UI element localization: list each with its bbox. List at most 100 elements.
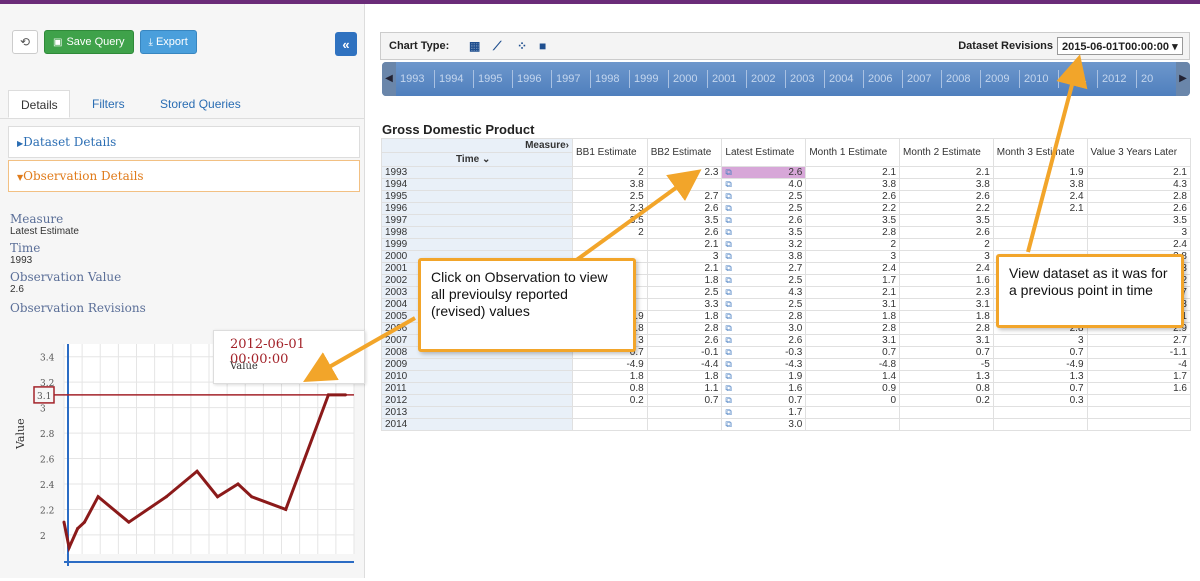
observation-cell[interactable]: 2.6 — [899, 190, 994, 203]
observation-cell[interactable] — [646, 418, 723, 431]
observation-cell[interactable]: 2.6 — [1086, 202, 1192, 215]
revisions-icon[interactable]: ⧉ — [725, 179, 731, 190]
observation-cell[interactable]: 2.3 — [899, 286, 994, 299]
observation-cell[interactable]: 2 — [572, 226, 648, 239]
observation-cell[interactable]: 1.6 — [1086, 382, 1192, 395]
observation-cell[interactable]: ⧉ 2.5 — [721, 190, 807, 203]
observation-cell[interactable]: 3.8 — [992, 178, 1088, 191]
timeline-year[interactable]: 2007 — [907, 73, 931, 85]
timeline-year[interactable]: 1997 — [556, 73, 580, 85]
observation-cell[interactable]: ⧉ 2.6 — [721, 166, 807, 179]
measure-header[interactable]: Measure› — [381, 138, 573, 153]
data-point[interactable] — [250, 495, 254, 499]
observation-cell[interactable]: 2.6 — [646, 334, 723, 347]
accordion-observation-details[interactable]: ▼Observation Details — [8, 160, 360, 192]
observation-cell[interactable]: 2.8 — [805, 226, 901, 239]
observation-cell[interactable] — [1086, 418, 1192, 431]
observation-cell[interactable]: ⧉ 2.6 — [721, 214, 807, 227]
observation-cell[interactable]: 2.8 — [646, 322, 723, 335]
observation-cell[interactable]: 0.7 — [805, 346, 901, 359]
observation-cell[interactable]: 3.8 — [899, 178, 994, 191]
timeline-year[interactable]: 1998 — [595, 73, 619, 85]
observation-cell[interactable]: 3.1 — [805, 298, 901, 311]
timeline-slider[interactable]: ◀ ▶ 1993 1994 1995 1996 1997 1998 1999 2000 2001… — [382, 62, 1190, 96]
tab-stored-queries[interactable]: Stored Queries — [160, 90, 241, 118]
observation-cell[interactable]: ⧉ -0.3 — [721, 346, 807, 359]
collapse-panel-button[interactable]: « — [335, 32, 357, 56]
observation-cell[interactable]: 2 — [805, 238, 901, 251]
data-point[interactable] — [164, 495, 168, 499]
column-header[interactable]: Value 3 Years Later — [1086, 138, 1192, 167]
revisions-icon[interactable]: ⧉ — [725, 335, 731, 346]
observation-cell[interactable]: 2.2 — [899, 202, 994, 215]
observation-cell[interactable]: 0.9 — [805, 382, 901, 395]
grid-icon[interactable]: ■ — [539, 39, 546, 53]
observation-cell[interactable]: 3.5 — [572, 214, 648, 227]
timeline-year[interactable]: 1994 — [439, 73, 463, 85]
observation-cell[interactable]: ⧉ 1.6 — [721, 382, 807, 395]
observation-cell[interactable]: -4.8 — [805, 358, 901, 371]
observation-cell[interactable]: 0.3 — [992, 394, 1088, 407]
timeline-year[interactable]: 1995 — [478, 73, 502, 85]
observation-cell[interactable]: 2.1 — [899, 166, 994, 179]
observation-cell[interactable] — [572, 418, 648, 431]
revisions-icon[interactable]: ⧉ — [725, 419, 731, 430]
observation-cell[interactable]: 1.7 — [805, 274, 901, 287]
observation-cell[interactable]: 3.3 — [646, 298, 723, 311]
observation-cell[interactable]: 1.7 — [1086, 370, 1192, 383]
timeline-year[interactable]: 2011 — [1063, 73, 1087, 85]
revisions-icon[interactable]: ⧉ — [725, 371, 731, 382]
dataset-revisions-select[interactable]: 2015-06-01T00:00:00 ▾ — [1057, 37, 1183, 55]
observation-cell[interactable]: 1.8 — [646, 310, 723, 323]
observation-cell[interactable]: 3 — [646, 250, 723, 263]
observation-cell[interactable]: 2.8 — [1086, 190, 1192, 203]
observation-cell[interactable] — [992, 406, 1088, 419]
revisions-icon[interactable]: ⧉ — [725, 407, 731, 418]
observation-cell[interactable]: 1.8 — [646, 370, 723, 383]
column-header[interactable]: Month 2 Estimate — [899, 138, 994, 167]
column-header[interactable]: Latest Estimate — [721, 138, 807, 167]
data-point[interactable] — [195, 469, 199, 473]
observation-cell[interactable] — [646, 178, 723, 191]
timeline-year[interactable]: 2001 — [712, 73, 736, 85]
timeline-right-arrow[interactable]: ▶ — [1176, 62, 1190, 96]
timeline-year[interactable]: 2008 — [946, 73, 970, 85]
observation-cell[interactable]: ⧉ 3.5 — [721, 226, 807, 239]
observation-cell[interactable]: ⧉ 2.5 — [721, 274, 807, 287]
observation-cell[interactable]: 2.2 — [805, 202, 901, 215]
observation-cell[interactable]: 2.6 — [899, 226, 994, 239]
observation-cell[interactable]: 3.5 — [805, 214, 901, 227]
revisions-icon[interactable]: ⧉ — [725, 323, 731, 334]
observation-cell[interactable]: ⧉ 4.0 — [721, 178, 807, 191]
table-icon[interactable]: ▦ — [469, 39, 480, 53]
observation-cell[interactable]: ⧉ 3.8 — [721, 250, 807, 263]
observation-cell[interactable]: ⧉ 2.7 — [721, 262, 807, 275]
timeline-year[interactable]: 20 — [1141, 73, 1153, 85]
observation-cell[interactable]: 1.8 — [646, 274, 723, 287]
revisions-icon[interactable]: ⧉ — [725, 227, 731, 238]
observation-cell[interactable]: -1.1 — [1086, 346, 1192, 359]
data-point[interactable] — [62, 520, 66, 524]
data-point[interactable] — [67, 546, 71, 550]
observation-cell[interactable] — [992, 238, 1088, 251]
observation-cell[interactable]: 2.4 — [899, 262, 994, 275]
observation-cell[interactable]: -5 — [899, 358, 994, 371]
observation-cell[interactable]: 2.1 — [646, 238, 723, 251]
data-point[interactable] — [76, 527, 80, 531]
observation-cell[interactable]: -4.4 — [646, 358, 723, 371]
observation-cell[interactable]: 2.1 — [805, 166, 901, 179]
observation-cell[interactable]: 2.6 — [646, 202, 723, 215]
revisions-icon[interactable]: ⧉ — [725, 203, 731, 214]
observation-cell[interactable]: 2.8 — [805, 322, 901, 335]
data-point[interactable] — [326, 393, 330, 397]
column-header[interactable]: BB2 Estimate — [646, 138, 723, 167]
observation-cell[interactable]: 2.3 — [646, 166, 723, 179]
observation-cell[interactable]: ⧉ 3.0 — [721, 418, 807, 431]
timeline-year[interactable]: 2002 — [751, 73, 775, 85]
timeline-year[interactable]: 2000 — [673, 73, 697, 85]
save-query-button[interactable]: ▣ Save Query — [44, 30, 134, 54]
observation-cell[interactable] — [992, 226, 1088, 239]
observation-cell[interactable]: 0.7 — [899, 346, 994, 359]
observation-cell[interactable]: 1.8 — [572, 370, 648, 383]
observation-cell[interactable]: 3.8 — [805, 178, 901, 191]
